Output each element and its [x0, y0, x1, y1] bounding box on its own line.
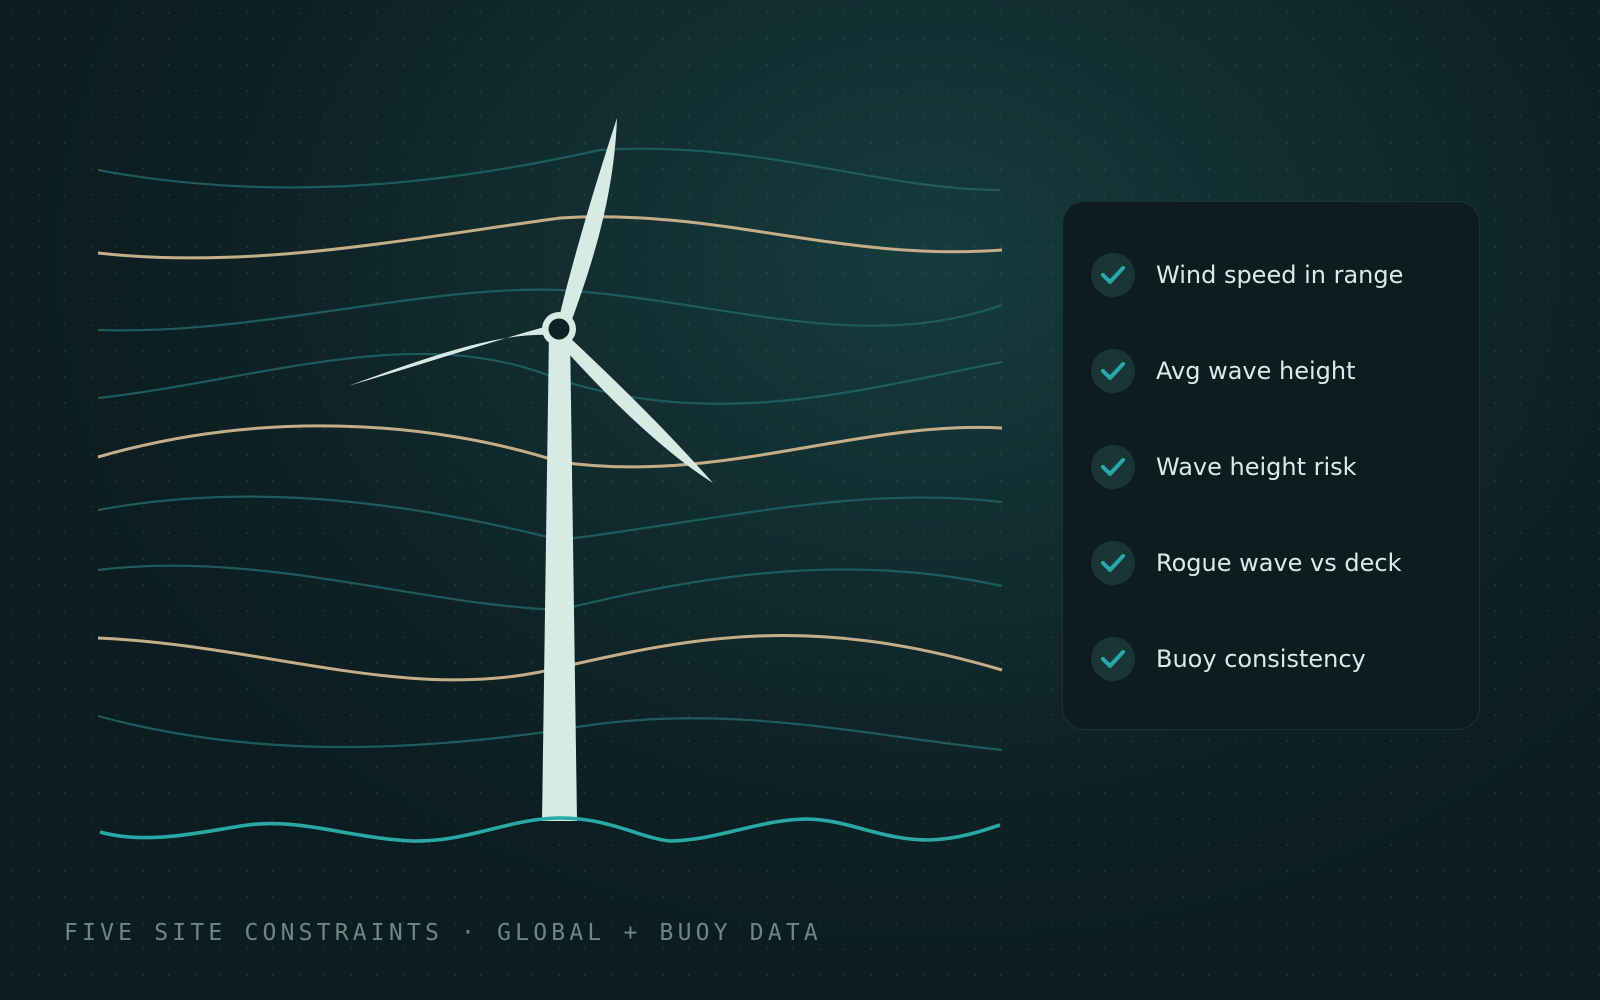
checklist-item-wind-speed: Wind speed in range — [1063, 227, 1479, 323]
checklist-item-avg-wave-height: Avg wave height — [1063, 323, 1479, 419]
checklist-item-rogue-wave: Rogue wave vs deck — [1063, 515, 1479, 611]
checklist-item-label: Wave height risk — [1156, 453, 1357, 481]
wind-turbine-hub-center — [548, 318, 570, 340]
checklist-item-label: Rogue wave vs deck — [1156, 549, 1402, 577]
checklist-item-buoy-consistency: Buoy consistency — [1063, 611, 1479, 707]
check-icon — [1091, 637, 1135, 681]
check-icon — [1091, 349, 1135, 393]
checklist-item-label: Wind speed in range — [1156, 261, 1404, 289]
wind-turbine-blade — [560, 336, 713, 483]
check-icon — [1091, 445, 1135, 489]
sea-surface-wave — [99, 816, 1001, 843]
wave-line — [97, 215, 1003, 260]
check-icon — [1091, 253, 1135, 297]
checklist-item-label: Buoy consistency — [1156, 645, 1366, 673]
constraints-checklist-card: Wind speed in range Avg wave height Wave… — [1062, 201, 1480, 730]
wind-turbine-tower — [542, 332, 577, 821]
checklist-item-label: Avg wave height — [1156, 357, 1356, 385]
checklist-item-wave-height-risk: Wave height risk — [1063, 419, 1479, 515]
footer-caption: FIVE SITE CONSTRAINTS · GLOBAL + BUOY DA… — [64, 920, 822, 946]
check-icon — [1091, 541, 1135, 585]
wave-line — [97, 147, 1001, 192]
